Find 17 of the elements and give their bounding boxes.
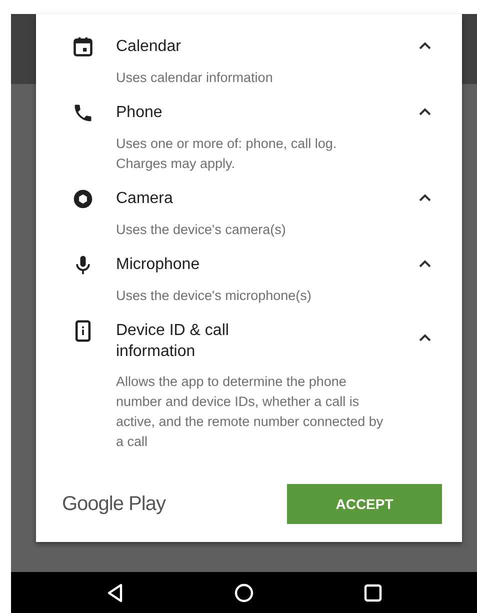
permission-description: Uses one or more of: phone, call log. Charges may apply. [116, 135, 338, 173]
permission-description: Uses calendar information [116, 69, 274, 87]
permission-title: Microphone [116, 255, 201, 275]
camera-aperture-icon [72, 188, 94, 210]
brand-wordmark: Google Play [62, 492, 166, 516]
accept-button[interactable]: ACCEPT [287, 484, 442, 524]
permission-title: Camera [116, 189, 174, 209]
calendar-icon [72, 36, 94, 58]
permission-title: Phone [116, 103, 164, 123]
permission-title: Device ID & call information [116, 321, 230, 362]
phone-icon [72, 102, 94, 124]
permission-description: Uses the device's camera(s) [116, 221, 287, 239]
permission-description: Uses the device's microphone(s) [116, 287, 312, 305]
permission-description: Allows the app to determine the phone number and device IDs, whether a call is active, and the remote number connected by a call [116, 373, 384, 451]
permission-title: Calendar [116, 37, 182, 57]
recents-icon[interactable] [362, 582, 384, 604]
home-icon[interactable] [232, 582, 255, 604]
